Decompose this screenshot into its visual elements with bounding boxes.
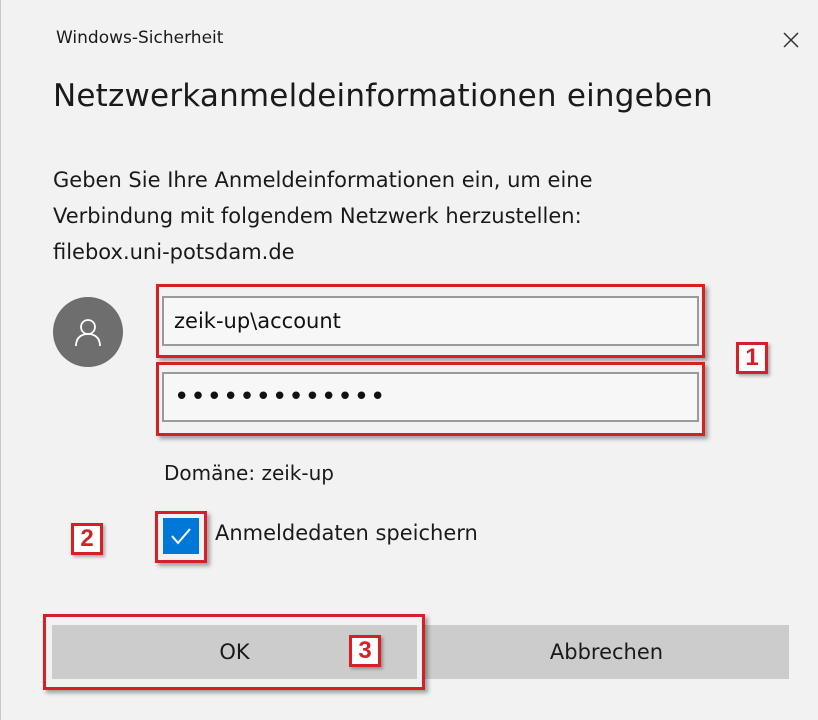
window-title: Windows-Sicherheit [56,28,224,48]
credential-dialog: Windows-Sicherheit Netzwerkanmeldeinform… [0,0,818,720]
user-icon [75,319,101,347]
dialog-message: Geben Sie Ihre Anmeldeinformationen ein,… [53,162,753,270]
dialog-heading: Netzwerkanmeldeinformationen eingeben [53,78,713,114]
annotation-box-username [156,284,705,358]
annotation-label-1: 1 [736,342,768,374]
annotation-label-3: 3 [349,635,381,667]
annotation-label-2: 2 [71,523,103,555]
message-line: Verbindung mit folgendem Netzwerk herzus… [53,204,582,228]
avatar [53,297,123,367]
message-line: filebox.uni-potsdam.de [53,240,295,264]
domain-text: Domäne: zeik-up [164,461,334,485]
annotation-box-password [156,362,705,436]
close-icon [783,32,799,48]
remember-label[interactable]: Anmeldedaten speichern [215,521,478,545]
annotation-box-checkbox [155,511,207,563]
close-button[interactable] [771,20,811,60]
cancel-button[interactable]: Abbrechen [424,625,789,679]
message-line: Geben Sie Ihre Anmeldeinformationen ein,… [53,168,593,192]
